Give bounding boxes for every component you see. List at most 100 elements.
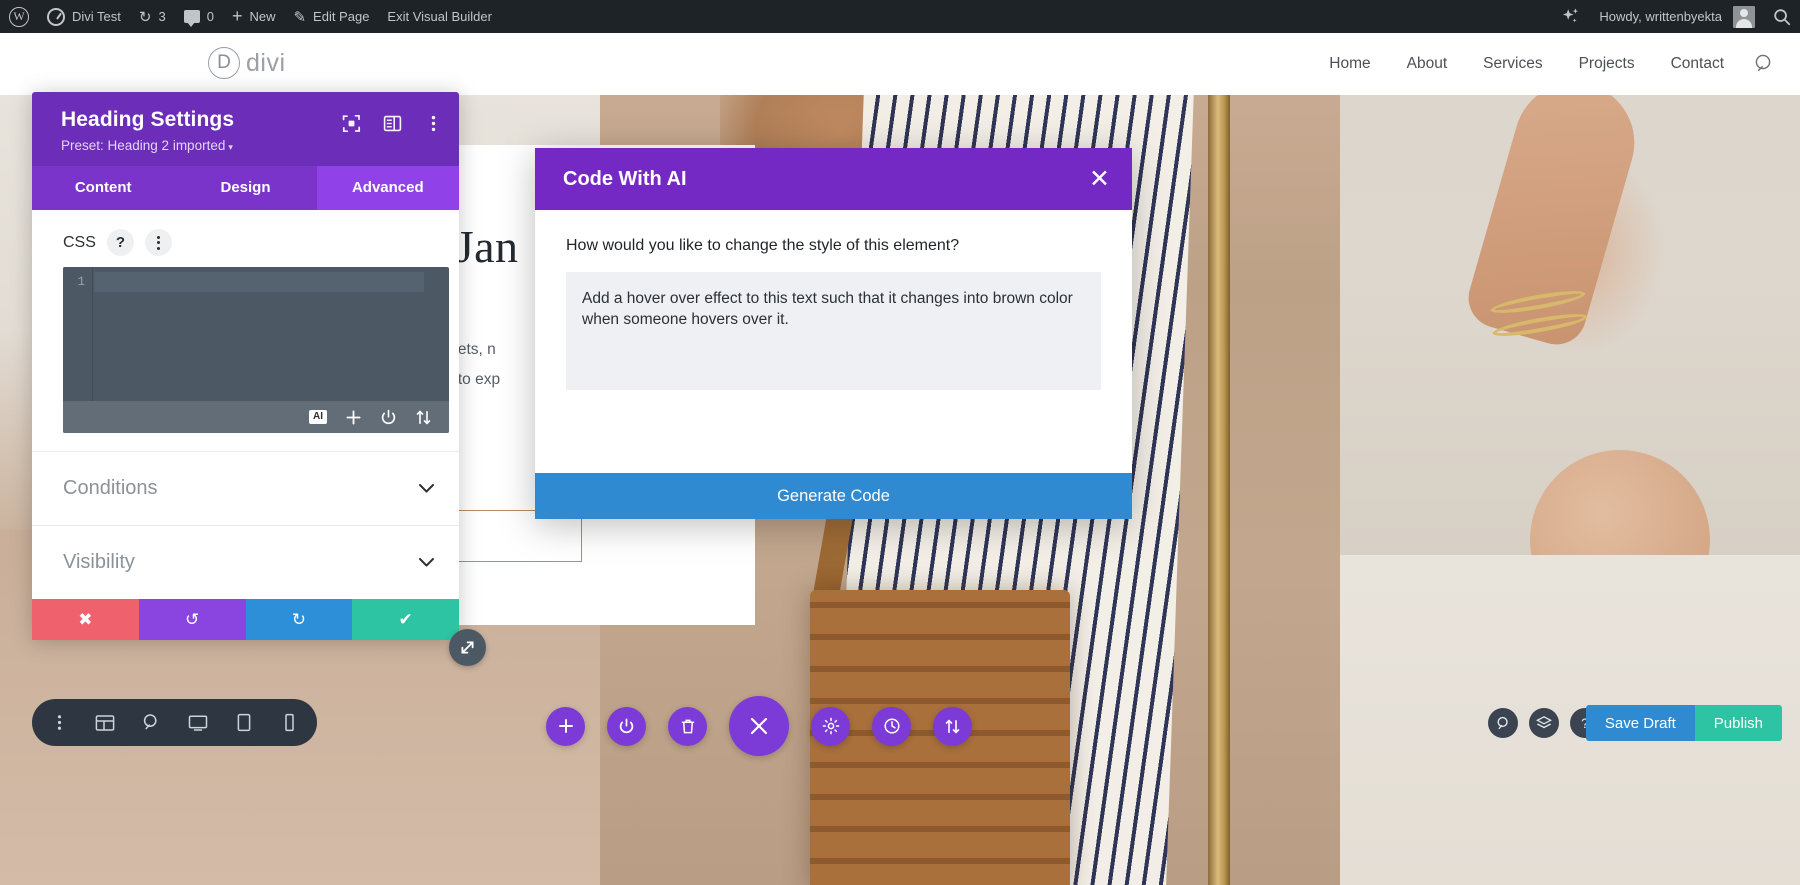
css-section-spacer	[32, 433, 459, 451]
desktop-icon[interactable]	[185, 710, 211, 736]
sparkles-icon	[1561, 7, 1581, 27]
site-name-menu[interactable]: Divi Test	[38, 0, 130, 33]
layers-icon[interactable]	[1529, 708, 1559, 738]
sort-updown-icon[interactable]	[415, 409, 432, 426]
close-builder-button[interactable]	[729, 696, 789, 756]
css-code-editor[interactable]: 1 AI	[63, 267, 449, 433]
ai-button[interactable]: AI	[309, 410, 327, 424]
resize-handle[interactable]	[449, 629, 486, 666]
nav-item-services[interactable]: Services	[1465, 55, 1560, 73]
site-name-label: Divi Test	[72, 9, 121, 24]
exit-visual-builder-label: Exit Visual Builder	[387, 9, 492, 24]
wordpress-logo-menu[interactable]	[0, 0, 38, 33]
more-vertical-icon[interactable]	[46, 710, 72, 736]
chevron-down-icon	[418, 557, 435, 568]
divi-logo-icon: D	[208, 47, 240, 79]
my-account-menu[interactable]: Howdy, writtenbyekta	[1590, 0, 1764, 33]
divi-utility-icons: ?	[1488, 708, 1600, 738]
settings-panel-header-icons	[342, 114, 443, 133]
redo-button[interactable]: ↻	[246, 599, 353, 640]
undo-button[interactable]: ↺	[139, 599, 246, 640]
more-vertical-icon[interactable]	[424, 114, 443, 133]
wordpress-admin-bar: Divi Test ↻ 3 0 + New ✎ Edit Page Exit V…	[0, 0, 1800, 33]
greeting-label: Howdy, writtenbyekta	[1599, 9, 1722, 24]
dots-glyph	[157, 236, 160, 250]
chevron-down-icon	[418, 483, 435, 494]
revisions-menu[interactable]: ↻ 3	[130, 0, 175, 33]
photo-model-head	[1530, 450, 1710, 555]
edit-page-menu[interactable]: ✎ Edit Page	[284, 0, 378, 33]
power-icon[interactable]	[380, 409, 397, 426]
accordion-visibility[interactable]: Visibility	[32, 525, 459, 599]
code-line-number: 1	[63, 275, 85, 289]
new-content-menu[interactable]: + New	[223, 0, 285, 33]
tablet-icon[interactable]	[231, 710, 257, 736]
tab-content[interactable]: Content	[32, 166, 174, 210]
cancel-button[interactable]: ✖	[32, 599, 139, 640]
ai-prompt-input[interactable]	[566, 272, 1101, 390]
settings-button[interactable]	[811, 707, 850, 746]
accordion-conditions[interactable]: Conditions	[32, 451, 459, 525]
help-icon[interactable]: ?	[107, 229, 134, 256]
layout-columns-icon[interactable]	[383, 114, 402, 133]
zoom-out-icon[interactable]	[138, 710, 164, 736]
publish-button-group: Save Draft Publish	[1586, 705, 1782, 741]
tab-design[interactable]: Design	[174, 166, 316, 210]
new-label: New	[249, 9, 275, 24]
search-icon[interactable]	[1488, 708, 1518, 738]
css-section-header: CSS ?	[32, 210, 459, 267]
nav-item-contact[interactable]: Contact	[1653, 55, 1742, 73]
settings-panel-header: Heading Settings Preset: Heading 2 impor…	[32, 92, 459, 166]
phone-icon[interactable]	[277, 710, 303, 736]
add-section-button[interactable]	[546, 707, 585, 746]
dashboard-icon	[47, 8, 65, 26]
modal-header: Code With AI ✕	[535, 148, 1132, 210]
delete-button[interactable]	[668, 707, 707, 746]
sort-button[interactable]	[933, 707, 972, 746]
css-label: CSS	[63, 234, 96, 252]
focus-target-icon[interactable]	[342, 114, 361, 133]
preset-label: Preset: Heading 2 imported	[61, 138, 225, 153]
pencil-icon: ✎	[293, 8, 306, 26]
avatar	[1733, 6, 1755, 28]
divi-logo-word: divi	[246, 49, 286, 78]
chevron-down-icon: ▾	[228, 142, 233, 152]
exit-visual-builder-menu[interactable]: Exit Visual Builder	[378, 0, 501, 33]
settings-panel-actions: ✖ ↺ ↻ ✔	[32, 599, 459, 640]
code-active-line[interactable]	[94, 272, 424, 292]
publish-button[interactable]: Publish	[1695, 705, 1782, 741]
comments-count: 0	[207, 9, 214, 24]
site-logo[interactable]: D divi	[208, 47, 286, 79]
edit-page-label: Edit Page	[313, 9, 369, 24]
save-button[interactable]: ✔	[352, 599, 459, 640]
nav-item-about[interactable]: About	[1389, 55, 1466, 73]
history-button[interactable]	[872, 707, 911, 746]
ai-assistant-menu[interactable]	[1552, 0, 1590, 33]
close-icon[interactable]: ✕	[1089, 167, 1110, 192]
tab-advanced[interactable]: Advanced	[317, 166, 459, 210]
save-draft-button[interactable]: Save Draft	[1586, 705, 1695, 741]
modal-title: Code With AI	[563, 168, 687, 191]
more-vertical-icon[interactable]	[145, 229, 172, 256]
modal-footer-spacer	[535, 425, 1132, 473]
site-search-icon[interactable]	[1754, 53, 1776, 75]
site-header: D divi Home About Services Projects Cont…	[0, 33, 1800, 95]
admin-search-button[interactable]	[1764, 0, 1800, 33]
comments-menu[interactable]: 0	[175, 0, 223, 33]
plus-icon: +	[232, 6, 243, 27]
wireframe-icon[interactable]	[92, 710, 118, 736]
accordion-visibility-label: Visibility	[63, 551, 135, 574]
power-toggle-button[interactable]	[607, 707, 646, 746]
generate-code-button[interactable]: Generate Code	[535, 473, 1132, 519]
accordion-conditions-label: Conditions	[63, 477, 158, 500]
background-right-photo	[1340, 90, 1800, 555]
code-with-ai-modal: Code With AI ✕ How would you like to cha…	[535, 148, 1132, 519]
nav-item-home[interactable]: Home	[1311, 55, 1388, 73]
preset-selector[interactable]: Preset: Heading 2 imported▾	[61, 138, 441, 153]
divi-main-toolbar	[546, 696, 972, 756]
modal-question-label: How would you like to change the style o…	[566, 237, 1101, 255]
add-icon[interactable]	[345, 409, 362, 426]
settings-panel-body: CSS ? 1 AI	[32, 210, 459, 599]
photo-model-arm	[1461, 90, 1648, 352]
nav-item-projects[interactable]: Projects	[1561, 55, 1653, 73]
